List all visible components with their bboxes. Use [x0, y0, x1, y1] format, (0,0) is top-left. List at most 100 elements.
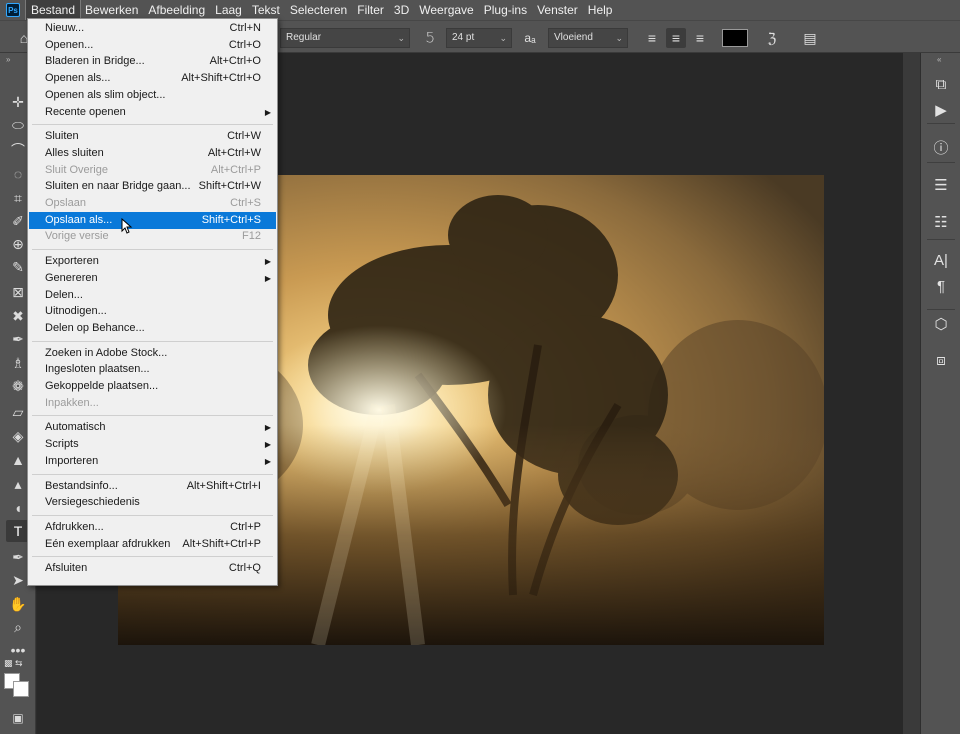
menu-item-label: Opslaan — [45, 197, 86, 209]
menu-separator — [32, 124, 273, 126]
layers-panel-icon[interactable]: ⧈ — [927, 349, 955, 373]
menu-item-delen[interactable]: Delen... — [29, 287, 276, 304]
panel-divider — [927, 309, 955, 310]
menu-weergave[interactable]: Weergave — [414, 0, 478, 20]
menu-item-shortcut: Ctrl+W — [227, 130, 261, 143]
menu-item-sluiten-en-naar-bridge-gaan[interactable]: Sluiten en naar Bridge gaan... Shift+Ctrl… — [29, 178, 276, 195]
menu-item-scripts[interactable]: Scripts ▶ — [29, 436, 276, 453]
menu-bar: Ps Bestand Bewerken Afbeelding Laag Tekst Sel… — [0, 0, 960, 21]
panel-divider — [927, 162, 955, 163]
info-panel-icon[interactable]: ⓘ — [927, 137, 955, 161]
submenu-arrow-icon: ▶ — [264, 257, 271, 267]
antialias-select[interactable]: Vloeiend ⌄ — [548, 28, 628, 48]
menu-item-label: Sluiten en naar Bridge gaan... — [45, 180, 191, 193]
menu-item-shortcut: Alt+Ctrl+O — [209, 55, 261, 68]
submenu-arrow-icon: ▶ — [264, 440, 271, 450]
menu-item-exporteren[interactable]: Exporteren ▶ — [29, 253, 276, 270]
menu-separator — [32, 415, 273, 417]
expand-panels-icon[interactable]: « — [937, 55, 941, 64]
panel-divider — [927, 123, 955, 124]
align-center-icon[interactable]: ≡ — [666, 28, 686, 48]
menu-selecteren[interactable]: Selecteren — [285, 0, 352, 20]
menu-separator — [32, 556, 273, 558]
menu-item-nieuw[interactable]: Nieuw... Ctrl+N — [29, 20, 276, 37]
menu-item-label: Alles sluiten — [45, 146, 104, 159]
menu-item-alles-sluiten[interactable]: Alles sluiten Alt+Ctrl+W — [29, 145, 276, 162]
menu-item-bladeren-in-bridge[interactable]: Bladeren in Bridge... Alt+Ctrl+O — [29, 53, 276, 70]
hand-tool-icon[interactable]: ✋ — [6, 593, 30, 615]
menu-item-label: Afsluiten — [45, 562, 88, 575]
menu-item-openen[interactable]: Openen... Ctrl+O — [29, 37, 276, 54]
font-size-icon: 𝟻 — [424, 29, 436, 46]
menu-help[interactable]: Help — [583, 0, 618, 20]
menu-item-opslaan-als[interactable]: Opslaan als... Shift+Ctrl+S — [29, 211, 276, 229]
collapse-toolbar-icon[interactable]: » — [6, 55, 10, 64]
3d-panel-icon[interactable]: ⬡ — [927, 313, 955, 337]
menu-bestand[interactable]: Bestand — [24, 0, 82, 21]
menu-bewerken[interactable]: Bewerken — [80, 0, 143, 20]
menu-item-label: Automatisch — [45, 421, 106, 434]
character-panel-toggle-icon[interactable]: ▤ — [800, 28, 820, 48]
menu-item-shortcut: Alt+Shift+Ctrl+I — [186, 479, 261, 492]
photoshop-logo-icon: Ps — [6, 3, 20, 17]
history-panel-icon[interactable]: ⧉ — [927, 73, 955, 97]
font-style-value: Regular — [286, 32, 322, 43]
menu-item-automatisch[interactable]: Automatisch ▶ — [29, 419, 276, 436]
menu-item-label: Delen... — [45, 288, 83, 301]
font-size-select[interactable]: 24 pt ⌄ — [446, 28, 512, 48]
submenu-arrow-icon: ▶ — [264, 456, 271, 466]
menu-item-label: Openen als... — [45, 72, 111, 85]
font-style-select[interactable]: Regular ⌄ — [280, 28, 410, 48]
menu-item-shortcut: Ctrl+N — [229, 22, 261, 34]
menu-afbeelding[interactable]: Afbeelding — [143, 0, 210, 20]
menu-item-vorige-versie: Vorige versie F12 — [29, 228, 276, 245]
menu-item-label: Opslaan als... — [45, 213, 113, 226]
swap-colors-icon[interactable]: ▩ ⇆ — [4, 658, 28, 670]
menu-item-openen-als[interactable]: Openen als... Alt+Shift+Ctrl+O — [29, 70, 276, 87]
zoom-tool-icon[interactable]: ⌕ — [6, 616, 30, 638]
menu-item-uitnodigen[interactable]: Uitnodigen... — [29, 303, 276, 320]
align-left-icon[interactable]: ≡ — [642, 28, 662, 48]
properties-panel-icon[interactable]: ☰ — [927, 174, 955, 198]
antialias-icon: aₐ — [524, 31, 536, 45]
menu-venster[interactable]: Venster — [532, 0, 583, 20]
adjustments-panel-icon[interactable]: ☷ — [927, 211, 955, 235]
mouse-cursor-icon — [121, 218, 133, 234]
menu-item-e-n-exemplaar-afdrukken[interactable]: Eén exemplaar afdrukken Alt+Shift+Ctrl+P — [29, 536, 276, 553]
menu-item-zoeken-in-adobe-stock[interactable]: Zoeken in Adobe Stock... — [29, 345, 276, 362]
menu-filter[interactable]: Filter — [352, 0, 389, 20]
menu-item-inpakken: Inpakken... — [29, 395, 276, 412]
menu-item-label: Eén exemplaar afdrukken — [45, 537, 171, 550]
menu-item-shortcut: Ctrl+O — [228, 38, 261, 51]
menu-item-delen-op-behance[interactable]: Delen op Behance... — [29, 320, 276, 337]
menu-item-shortcut: Alt+Shift+Ctrl+O — [181, 72, 261, 85]
menu-item-gekoppelde-plaatsen[interactable]: Gekoppelde plaatsen... — [29, 378, 276, 395]
align-right-icon[interactable]: ≡ — [690, 28, 710, 48]
font-size-value: 24 pt — [452, 32, 475, 43]
menu-item-importeren[interactable]: Importeren ▶ — [29, 453, 276, 470]
menu-item-label: Uitnodigen... — [45, 305, 107, 318]
menu-item-label: Ingesloten plaatsen... — [45, 363, 150, 376]
menu-item-openen-als-slim-object[interactable]: Openen als slim object... — [29, 87, 276, 104]
menu-item-label: Nieuw... — [45, 22, 85, 34]
background-color-swatch[interactable] — [13, 681, 29, 697]
menu-item-versiegeschiedenis[interactable]: Versiegeschiedenis — [29, 494, 276, 511]
menu-item-bestandsinfo[interactable]: Bestandsinfo... Alt+Shift+Ctrl+I — [29, 478, 276, 495]
menu-3d[interactable]: 3D — [389, 0, 414, 20]
character-panel-icon[interactable]: A| — [927, 249, 955, 273]
menu-item-sluiten[interactable]: Sluiten Ctrl+W — [29, 128, 276, 145]
paragraph-panel-icon[interactable]: ¶ — [927, 275, 955, 299]
menu-item-afsluiten[interactable]: Afsluiten Ctrl+Q — [29, 560, 276, 577]
menu-plug-ins[interactable]: Plug-ins — [479, 0, 532, 20]
warp-text-icon[interactable]: ℨ — [762, 28, 782, 48]
menu-item-genereren[interactable]: Genereren ▶ — [29, 270, 276, 287]
actions-play-icon[interactable]: ▶ — [927, 99, 955, 123]
menu-item-recente-openen[interactable]: Recente openen ▶ — [29, 104, 276, 121]
text-color-swatch[interactable] — [722, 29, 748, 47]
menu-tekst[interactable]: Tekst — [247, 0, 285, 20]
menu-item-ingesloten-plaatsen[interactable]: Ingesloten plaatsen... — [29, 361, 276, 378]
quick-mask-icon[interactable]: ▣ — [6, 707, 30, 729]
menu-laag[interactable]: Laag — [210, 0, 247, 20]
menu-item-afdrukken[interactable]: Afdrukken... Ctrl+P — [29, 519, 276, 536]
menu-item-label: Zoeken in Adobe Stock... — [45, 346, 168, 359]
